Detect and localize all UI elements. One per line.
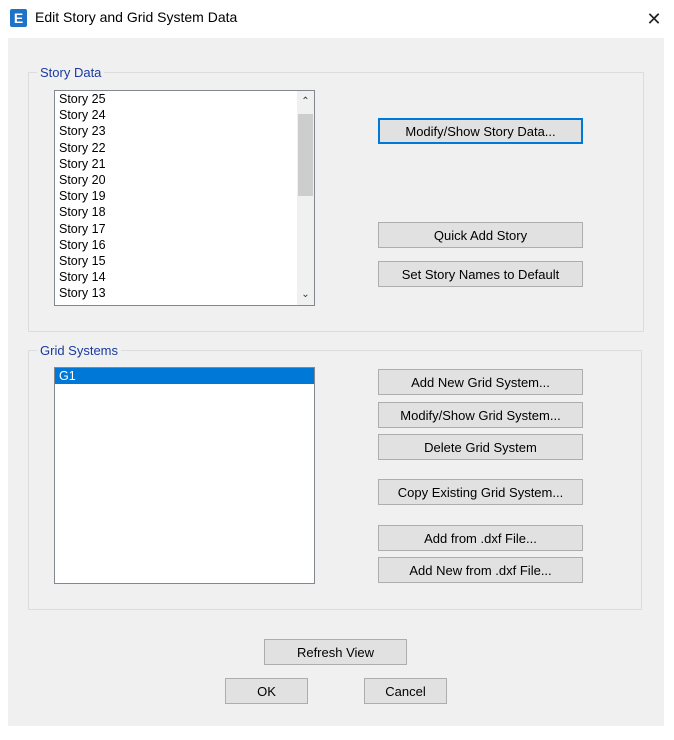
story-list-item[interactable]: Story 19 (55, 188, 314, 204)
title-bar: E Edit Story and Grid System Data ✕ (0, 0, 674, 38)
delete-grid-system-button[interactable]: Delete Grid System (378, 434, 583, 460)
grid-list-items: G1 (55, 368, 314, 385)
ok-button[interactable]: OK (225, 678, 308, 704)
story-list-item[interactable]: Story 25 (55, 91, 314, 107)
quick-add-story-button[interactable]: Quick Add Story (378, 222, 583, 248)
grid-list-item[interactable]: G1 (55, 368, 314, 385)
modify-show-grid-system-button[interactable]: Modify/Show Grid System... (378, 402, 583, 428)
story-list-item[interactable]: Story 18 (55, 204, 314, 220)
story-list-item[interactable]: Story 24 (55, 107, 314, 123)
cancel-button[interactable]: Cancel (364, 678, 447, 704)
close-window-button[interactable]: ✕ (634, 0, 674, 38)
scroll-down-icon[interactable]: ⌄ (297, 286, 314, 303)
story-list-item[interactable]: Story 16 (55, 237, 314, 253)
dialog-client-area: Story Data Story 25 Story 24 Story 23 Story… (8, 38, 664, 726)
set-story-names-default-button[interactable]: Set Story Names to Default (378, 261, 583, 287)
story-list-items: Story 25 Story 24 Story 23 Story 22 Story 21… (55, 91, 314, 301)
story-list-item[interactable]: Story 21 (55, 156, 314, 172)
story-list-item[interactable]: Story 14 (55, 269, 314, 285)
story-list-item[interactable]: Story 15 (55, 253, 314, 269)
story-list-item[interactable]: Story 20 (55, 172, 314, 188)
refresh-view-button[interactable]: Refresh View (264, 639, 407, 665)
modify-show-story-data-button[interactable]: Modify/Show Story Data... (378, 118, 583, 144)
story-list-item[interactable]: Story 13 (55, 285, 314, 301)
window-title: Edit Story and Grid System Data (35, 9, 238, 25)
story-list[interactable]: Story 25 Story 24 Story 23 Story 22 Story 21… (54, 90, 315, 306)
story-list-item[interactable]: Story 22 (55, 140, 314, 156)
copy-existing-grid-system-button[interactable]: Copy Existing Grid System... (378, 479, 583, 505)
grid-systems-list[interactable]: G1 (54, 367, 315, 584)
add-from-dxf-button[interactable]: Add from .dxf File... (378, 525, 583, 551)
scroll-thumb[interactable] (298, 114, 313, 196)
story-data-group-label: Story Data (37, 65, 105, 80)
add-new-from-dxf-button[interactable]: Add New from .dxf File... (378, 557, 583, 583)
close-icon: ✕ (646, 9, 662, 29)
scroll-up-icon[interactable]: ⌃ (297, 93, 314, 110)
add-new-grid-system-button[interactable]: Add New Grid System... (378, 369, 583, 395)
story-list-item[interactable]: Story 17 (55, 221, 314, 237)
grid-systems-group-label: Grid Systems (37, 343, 122, 358)
story-list-scrollbar[interactable]: ⌃ ⌄ (297, 91, 314, 305)
etabs-app-icon: E (10, 9, 27, 27)
story-list-item[interactable]: Story 23 (55, 123, 314, 139)
